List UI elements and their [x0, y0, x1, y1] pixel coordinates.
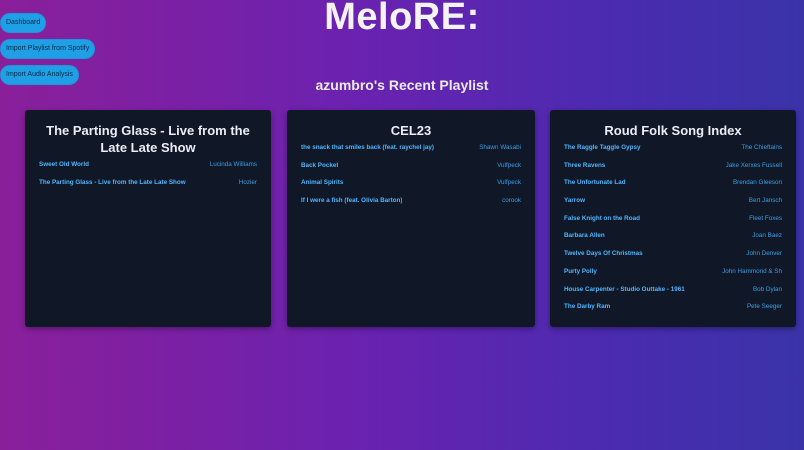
track-name[interactable]: The Parting Glass - Live from the Late L… — [39, 179, 186, 187]
track-row[interactable]: Twelve Days Of Christmas John Denver — [564, 250, 782, 258]
track-artist: Lucinda Williams — [209, 161, 257, 168]
playlist-card: CEL23 the snack that smiles back (feat. … — [287, 110, 535, 327]
playlist-title: Roud Folk Song Index — [604, 123, 742, 138]
track-row[interactable]: Barbara Allen Joan Baez — [564, 232, 782, 240]
track-row[interactable]: Yarrow Bert Jansch — [564, 197, 782, 205]
track-artist: Bert Jansch — [748, 197, 782, 205]
track-name[interactable]: If I were a fish (feat. Olivia Barton) — [301, 197, 402, 205]
track-artist: Pete Seeger — [746, 303, 782, 311]
track-list: The Raggle Taggle Gypsy The Chieftains T… — [564, 144, 782, 311]
track-artist: corook — [502, 197, 521, 205]
track-name[interactable]: Sweet Old World — [39, 161, 89, 169]
track-row[interactable]: Back Pocket Vulfpeck — [301, 162, 521, 170]
track-row[interactable]: the snack that smiles back (feat. rayche… — [301, 144, 521, 152]
track-row[interactable]: House Carpenter - Studio Outtake - 1961 … — [564, 286, 782, 294]
track-name[interactable]: Purty Polly — [564, 268, 597, 276]
import-playlist-button[interactable]: Import Playlist from Spotify — [0, 39, 96, 59]
track-artist: Shawn Wasabi — [479, 144, 521, 151]
track-row[interactable]: Sweet Old World Lucinda Williams — [39, 161, 257, 169]
track-name[interactable]: Three Ravens — [564, 162, 605, 170]
track-artist: The Chieftains — [741, 144, 782, 151]
track-name[interactable]: Animal Spirits — [301, 179, 343, 187]
track-artist: Joan Baez — [752, 232, 782, 240]
track-name[interactable]: Back Pocket — [301, 162, 338, 170]
track-name[interactable]: The Darby Ram — [564, 303, 610, 311]
playlist-title: CEL23 — [390, 123, 432, 138]
track-name[interactable]: The Unfortunate Lad — [564, 179, 626, 187]
track-row[interactable]: If I were a fish (feat. Olivia Barton) c… — [301, 197, 521, 205]
track-artist: Hozier — [238, 178, 257, 186]
track-list: the snack that smiles back (feat. rayche… — [301, 144, 521, 205]
track-artist: John Denver — [746, 250, 782, 258]
track-artist: Vulfpeck — [497, 179, 521, 187]
track-name[interactable]: Yarrow — [564, 197, 585, 205]
track-name[interactable]: House Carpenter - Studio Outtake - 1961 — [564, 286, 685, 294]
track-name[interactable]: False Knight on the Road — [564, 215, 640, 223]
page-subtitle: azumbro's Recent Playlist — [315, 77, 489, 93]
track-row[interactable]: The Darby Ram Pete Seeger — [564, 303, 782, 311]
track-row[interactable]: Purty Polly John Hammond & Sh — [564, 268, 782, 276]
track-list: Sweet Old World Lucinda Williams The Par… — [39, 161, 257, 187]
track-name[interactable]: Twelve Days Of Christmas — [564, 250, 643, 258]
track-row[interactable]: False Knight on the Road Fleet Foxes — [564, 215, 782, 223]
track-row[interactable]: Three Ravens Jake Xerxes Fussell — [564, 162, 782, 170]
track-artist: Vulfpeck — [497, 161, 521, 169]
track-name[interactable]: Barbara Allen — [564, 232, 605, 240]
playlist-cards: The Parting Glass - Live from the Late L… — [25, 110, 796, 327]
track-row[interactable]: Animal Spirits Vulfpeck — [301, 179, 521, 187]
track-artist: John Hammond & Sh — [722, 267, 782, 275]
track-artist: Fleet Foxes — [749, 214, 782, 222]
track-name[interactable]: the snack that smiles back (feat. rayche… — [301, 144, 434, 152]
track-row[interactable]: The Raggle Taggle Gypsy The Chieftains — [564, 144, 782, 152]
track-artist: Bob Dylan — [752, 285, 782, 293]
playlist-card: Roud Folk Song Index The Raggle Taggle G… — [550, 110, 796, 327]
track-artist: Jake Xerxes Fussell — [725, 161, 782, 169]
track-row[interactable]: The Unfortunate Lad Brendan Gleeson — [564, 179, 782, 187]
track-name[interactable]: The Raggle Taggle Gypsy — [564, 144, 641, 152]
playlist-card: The Parting Glass - Live from the Late L… — [25, 110, 271, 327]
app-title: MeloRE: — [324, 0, 480, 38]
playlist-title: The Parting Glass - Live from the Late L… — [46, 123, 250, 155]
track-row[interactable]: The Parting Glass - Live from the Late L… — [39, 179, 257, 187]
track-artist: Brendan Gleeson — [732, 179, 782, 187]
